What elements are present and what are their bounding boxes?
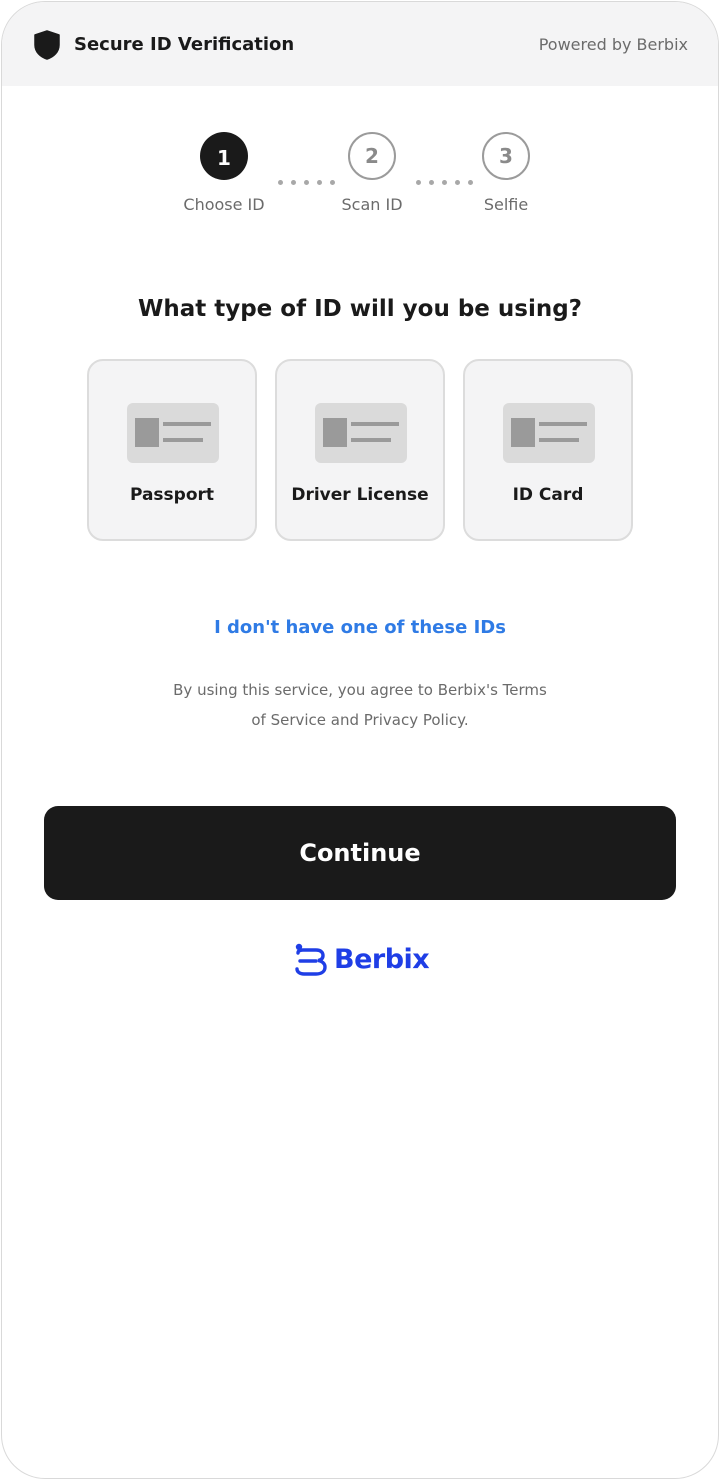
id-option-id-card[interactable]: ID Card — [463, 359, 633, 541]
step-3-indicator: 3 — [482, 132, 530, 180]
terms-text: By using this service, you agree to Berb… — [150, 675, 570, 735]
no-id-link[interactable]: I don't have one of these IDs — [2, 614, 718, 642]
terms-line-1: By using this service, you agree to Berb… — [173, 681, 547, 699]
id-option-driver-license[interactable]: Driver License — [275, 359, 445, 541]
terms-line-2: of Service and Privacy Policy. — [251, 711, 469, 729]
id-option-label: ID Card — [512, 485, 584, 505]
id-card-icon — [127, 403, 219, 463]
step-1-label: Choose ID — [183, 195, 265, 214]
step-1-indicator: 1 — [200, 132, 248, 180]
id-option-label: Driver License — [291, 485, 429, 505]
id-type-question: What type of ID will you be using? — [137, 296, 583, 322]
id-card-icon — [315, 403, 407, 463]
step-3-label: Selfie — [483, 195, 529, 214]
id-option-label: Passport — [129, 485, 215, 505]
step-2-indicator: 2 — [348, 132, 396, 180]
progress-stepper: 1 Choose ID 2 Scan ID 3 Selfie — [2, 2, 718, 242]
step-connector-1 — [278, 170, 343, 185]
id-card-icon — [503, 403, 595, 463]
continue-button[interactable]: Continue — [44, 806, 676, 900]
step-connector-2 — [416, 170, 481, 185]
berbix-logo-icon — [295, 943, 327, 976]
verification-frame: Secure ID Verification Powered by Berbix… — [1, 1, 719, 1479]
brand-name: Berbix — [334, 944, 430, 975]
id-option-passport[interactable]: Passport — [87, 359, 257, 541]
step-2-label: Scan ID — [341, 195, 403, 214]
